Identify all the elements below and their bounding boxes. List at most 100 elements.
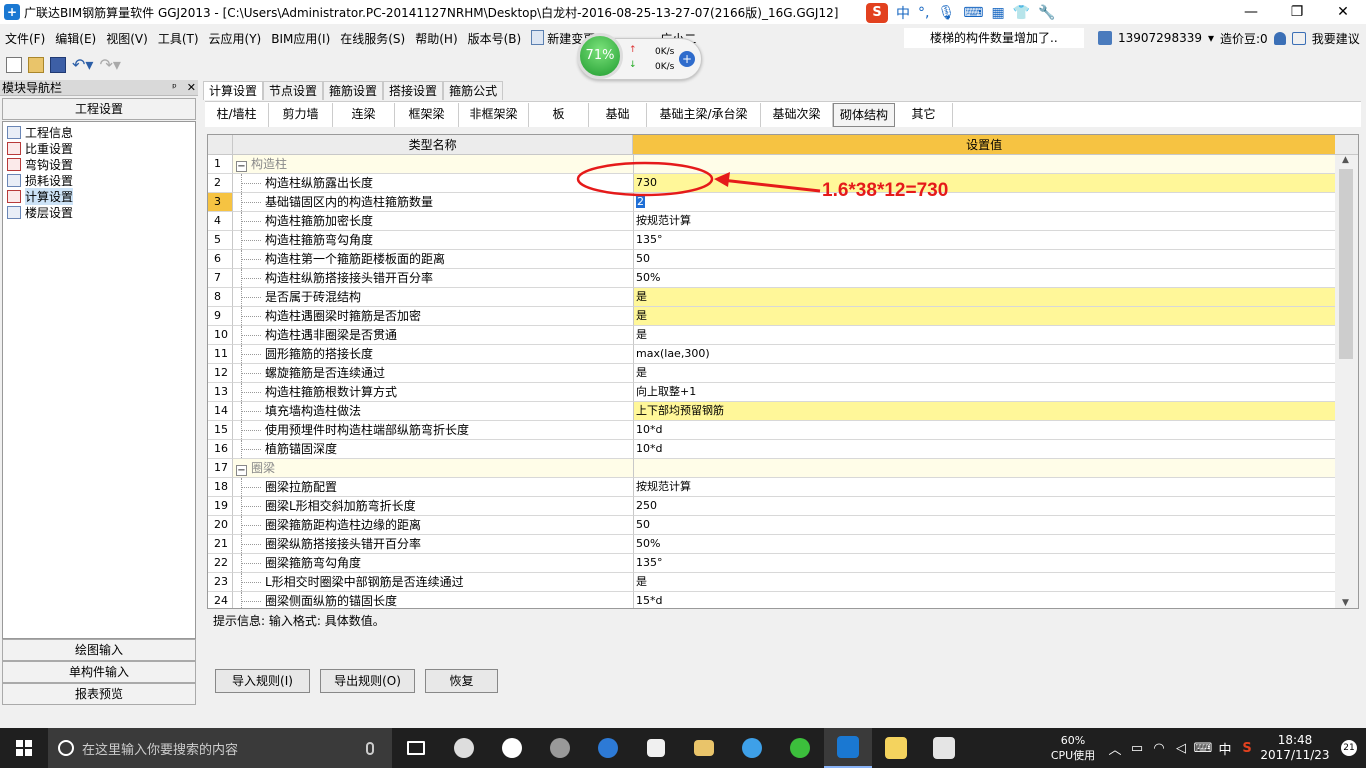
pin-icon[interactable]: ᵖ — [172, 81, 177, 94]
minimize-button[interactable]: — — [1228, 0, 1274, 24]
grid-row[interactable]: 6 构造柱第一个箍筋距楼板面的距离 50 — [208, 250, 1358, 269]
grid-row[interactable]: 3 基础锚固区内的构造柱箍筋数量 2 — [208, 193, 1358, 212]
tab-calc-settings[interactable]: 计算设置 — [203, 81, 264, 100]
suggest-link[interactable]: 我要建议 — [1312, 30, 1360, 47]
sogou-ime-icon[interactable]: S — [866, 3, 888, 23]
account-phone[interactable]: 13907298339 — [1118, 31, 1202, 45]
setting-value-cell[interactable]: 上下部均预留钢筋 — [634, 402, 1337, 421]
grid-row[interactable]: 24 圈梁侧面纵筋的锚固长度 15*d — [208, 592, 1358, 608]
ime-punctuation-icon[interactable]: °, — [918, 5, 929, 21]
tab-foundation[interactable]: 基础 — [589, 102, 647, 127]
glodon-app-icon[interactable] — [920, 728, 968, 768]
tab-frame-beam[interactable]: 框架梁 — [395, 102, 459, 127]
row-number[interactable]: 5 — [208, 231, 233, 250]
setting-value-cell[interactable]: 2 — [634, 193, 1337, 212]
menu-version[interactable]: 版本号(B) — [463, 30, 527, 47]
row-number[interactable]: 16 — [208, 440, 233, 459]
scroll-up-icon[interactable]: ▲ — [1342, 155, 1349, 165]
setting-value-cell[interactable] — [634, 459, 1337, 478]
redo-icon[interactable]: ↷▾ — [99, 57, 120, 73]
row-number[interactable]: 7 — [208, 269, 233, 288]
wifi-icon[interactable]: ◠ — [1148, 741, 1170, 756]
menu-cloud[interactable]: 云应用(Y) — [204, 30, 267, 47]
setting-value-cell[interactable]: 向上取整+1 — [634, 383, 1337, 402]
ime-indicator[interactable]: 中 — [1214, 739, 1236, 758]
menu-view[interactable]: 视图(V) — [101, 30, 153, 47]
tree-item-loss[interactable]: 损耗设置 — [7, 172, 191, 188]
tray-chevron-icon[interactable]: ︿ — [1104, 739, 1126, 758]
ggj-app-icon[interactable] — [824, 728, 872, 768]
microphone-icon[interactable] — [366, 741, 374, 755]
setting-value-cell[interactable]: 135° — [634, 554, 1337, 573]
volume-icon[interactable]: ◁ — [1170, 741, 1192, 756]
task-view-icon[interactable] — [392, 728, 440, 768]
row-number[interactable]: 1 — [208, 155, 233, 174]
grid-row[interactable]: 18 圈梁拉筋配置 按规范计算 — [208, 478, 1358, 497]
row-number[interactable]: 10 — [208, 326, 233, 345]
nav-close-icon[interactable]: ✕ — [187, 81, 196, 94]
nav-single-component[interactable]: 单构件输入 — [2, 661, 196, 683]
collapse-toggle-icon[interactable]: − — [236, 465, 247, 476]
setting-value-cell[interactable] — [634, 155, 1337, 174]
grid-row[interactable]: 10 构造柱遇非圈梁是否贯通 是 — [208, 326, 1358, 345]
import-rules-button[interactable]: 导入规则(I) — [215, 669, 310, 693]
grid-row[interactable]: 9 构造柱遇圈梁时箍筋是否加密 是 — [208, 307, 1358, 326]
row-number[interactable]: 11 — [208, 345, 233, 364]
row-number[interactable]: 4 — [208, 212, 233, 231]
grid-row[interactable]: 15 使用预埋件时构造柱端部纵筋弯折长度 10*d — [208, 421, 1358, 440]
start-button[interactable] — [0, 728, 48, 768]
close-button[interactable]: ✕ — [1320, 0, 1366, 24]
taskbar-search[interactable]: 在这里输入你要搜索的内容 — [48, 728, 392, 768]
tab-stirrup-formula[interactable]: 箍筋公式 — [443, 81, 504, 100]
setting-value-cell[interactable]: 135° — [634, 231, 1337, 250]
grid-row[interactable]: 22 圈梁箍筋弯勾角度 135° — [208, 554, 1358, 573]
grid-row[interactable]: 23 L形相交时圈梁中部钢筋是否连续通过 是 — [208, 573, 1358, 592]
scroll-down-icon[interactable]: ▼ — [1342, 598, 1349, 608]
row-number[interactable]: 22 — [208, 554, 233, 573]
setting-value-cell[interactable]: max(lae,300) — [634, 345, 1337, 364]
tab-other[interactable]: 其它 — [895, 102, 953, 127]
setting-value-cell[interactable]: 按规范计算 — [634, 478, 1337, 497]
grid-row[interactable]: 12 螺旋箍筋是否连续通过 是 — [208, 364, 1358, 383]
battery-icon[interactable]: ▭ — [1126, 741, 1148, 756]
grid-row[interactable]: 16 植筋锚固深度 10*d — [208, 440, 1358, 459]
ie-browser-icon[interactable] — [488, 728, 536, 768]
menu-bim[interactable]: BIM应用(I) — [266, 30, 335, 47]
edge-icon[interactable] — [584, 728, 632, 768]
tab-lap-settings[interactable]: 搭接设置 — [383, 81, 444, 100]
tree-item-calc[interactable]: 计算设置 — [7, 187, 191, 205]
keyboard-icon[interactable]: ⌨ — [1192, 741, 1214, 756]
tree-item-hook[interactable]: 弯钩设置 — [7, 156, 191, 172]
setting-value-cell[interactable]: 是 — [634, 288, 1337, 307]
grid-row[interactable]: 21 圈梁纵筋搭接接头错开百分率 50% — [208, 535, 1358, 554]
setting-value-cell[interactable]: 50% — [634, 269, 1337, 288]
grid-row[interactable]: 5 构造柱箍筋弯勾角度 135° — [208, 231, 1358, 250]
menu-tools[interactable]: 工具(T) — [153, 30, 204, 47]
ime-keyboard-icon[interactable]: ⌨ — [963, 5, 983, 21]
setting-value-cell[interactable]: 10*d — [634, 440, 1337, 459]
tree-item-floor[interactable]: 楼层设置 — [7, 204, 191, 220]
tab-stirrup-settings[interactable]: 箍筋设置 — [323, 81, 384, 100]
save-icon[interactable] — [50, 57, 66, 73]
grid-row[interactable]: 13 构造柱箍筋根数计算方式 向上取整+1 — [208, 383, 1358, 402]
tab-slab[interactable]: 板 — [529, 102, 589, 127]
setting-value-cell[interactable]: 按规范计算 — [634, 212, 1337, 231]
setting-value-cell[interactable]: 50 — [634, 516, 1337, 535]
menu-help[interactable]: 帮助(H) — [410, 30, 462, 47]
tab-foundation-secondary-beam[interactable]: 基础次梁 — [761, 102, 833, 127]
tab-masonry[interactable]: 砌体结构 — [833, 102, 895, 127]
row-number[interactable]: 3 — [208, 193, 233, 212]
setting-value-cell[interactable]: 10*d — [634, 421, 1337, 440]
nav-report-preview[interactable]: 报表预览 — [2, 683, 196, 705]
open-folder-icon[interactable] — [28, 57, 44, 73]
row-number[interactable]: 19 — [208, 497, 233, 516]
grid-group-row[interactable]: 17− 圈梁 — [208, 459, 1358, 478]
fan-app-icon[interactable] — [440, 728, 488, 768]
grid-row[interactable]: 19 圈梁L形相交斜加筋弯折长度 250 — [208, 497, 1358, 516]
clock[interactable]: 18:48 2017/11/23 — [1258, 733, 1332, 763]
row-number[interactable]: 2 — [208, 174, 233, 193]
grid-row[interactable]: 2 构造柱纵筋露出长度 730 — [208, 174, 1358, 193]
cpu-usage[interactable]: 60% CPU使用 — [1042, 733, 1104, 763]
sogou-tray-icon[interactable]: S — [1236, 741, 1258, 756]
menu-online[interactable]: 在线服务(S) — [335, 30, 410, 47]
